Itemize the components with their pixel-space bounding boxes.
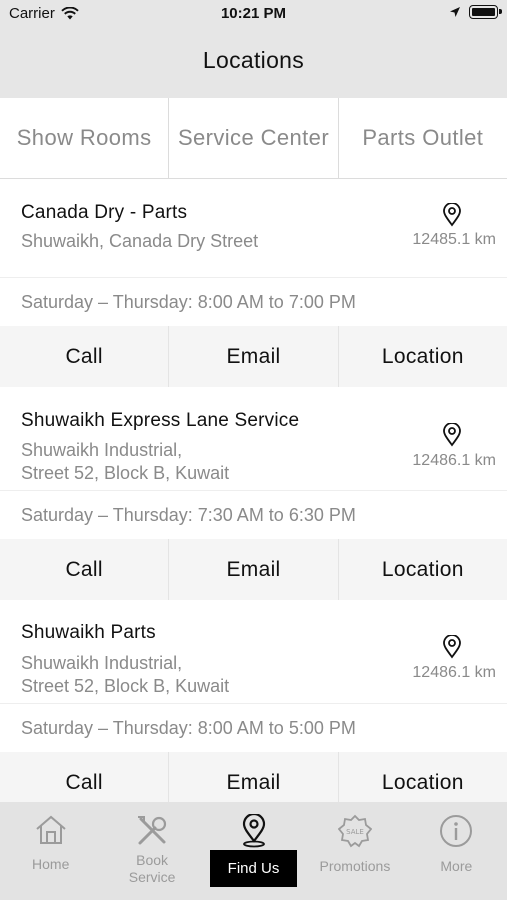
top-bar: Carrier 10:21 PM Locations [0, 0, 507, 98]
map-pin-icon [242, 814, 265, 848]
status-bar: Carrier 10:21 PM [0, 0, 507, 30]
call-button[interactable]: Call [0, 539, 170, 600]
tab-show-rooms[interactable]: Show Rooms [0, 98, 170, 178]
opening-hours: Saturday – Thursday: 7:30 AM to 6:30 PM [0, 491, 507, 539]
bottom-tab-bar: Home Book Service Find Us SALE Promotion… [0, 802, 507, 900]
location-button[interactable]: Location [339, 539, 507, 600]
home-icon [36, 815, 66, 844]
opening-hours: Saturday – Thursday: 8:00 AM to 7:00 PM [0, 278, 507, 326]
tabbar-book-service[interactable]: Book Service [101, 802, 202, 900]
location-address-line1: Shuwaikh Industrial, [21, 440, 183, 460]
tab-service-center[interactable]: Service Center [169, 98, 339, 178]
call-button[interactable]: Call [0, 326, 170, 387]
location-header[interactable]: Shuwaikh Express Lane Service Shuwaikh I… [0, 387, 507, 491]
location-arrow-icon [450, 7, 460, 17]
battery-icon [469, 5, 502, 19]
action-row: Call Email Location [0, 326, 507, 387]
location-distance: 12486.1 km [412, 452, 496, 469]
tools-icon [138, 816, 167, 845]
email-button[interactable]: Email [169, 539, 339, 600]
tabbar-book-line2: Service [128, 869, 176, 885]
map-pin-icon [443, 203, 461, 227]
hours-text: Saturday – Thursday: 8:00 AM to 5:00 PM [21, 718, 356, 738]
hours-text: Saturday – Thursday: 8:00 AM to 7:00 PM [21, 292, 356, 312]
location-header[interactable]: Canada Dry - Parts Shuwaikh, Canada Dry … [0, 180, 507, 278]
tabbar-home[interactable]: Home [0, 802, 101, 900]
location-address: Shuwaikh, Canada Dry Street [21, 231, 259, 251]
tabbar-more-label: More [440, 858, 473, 874]
location-name: Canada Dry - Parts [21, 202, 188, 223]
sale-badge-icon: SALE [337, 814, 372, 848]
hours-text: Saturday – Thursday: 7:30 AM to 6:30 PM [21, 505, 356, 525]
map-pin-icon [443, 423, 461, 447]
tabbar-home-label: Home [32, 856, 70, 872]
location-card: Shuwaikh Parts Shuwaikh Industrial, Stre… [0, 600, 507, 813]
tabbar-promotions-label: Promotions [319, 858, 391, 874]
opening-hours: Saturday – Thursday: 8:00 AM to 5:00 PM [0, 704, 507, 752]
location-address-line2: Street 52, Block B, Kuwait [21, 676, 230, 696]
status-right [449, 5, 502, 19]
location-header[interactable]: Shuwaikh Parts Shuwaikh Industrial, Stre… [0, 600, 507, 704]
tabbar-book-line1: Book [136, 852, 169, 868]
location-card: Shuwaikh Express Lane Service Shuwaikh I… [0, 387, 507, 600]
email-button[interactable]: Email [169, 326, 339, 387]
location-name: Shuwaikh Parts [21, 622, 156, 643]
map-pin-icon [443, 635, 461, 659]
clock: 10:21 PM [220, 5, 287, 22]
location-button[interactable]: Location [339, 326, 507, 387]
info-icon [440, 815, 473, 847]
page-title: Locations [202, 47, 305, 73]
tabbar-find-us[interactable]: Find Us [203, 802, 304, 900]
action-row: Call Email Location [0, 539, 507, 600]
tab-parts-outlet[interactable]: Parts Outlet [339, 98, 507, 178]
location-address-line1: Shuwaikh Industrial, [21, 653, 183, 673]
tabbar-find-us-label: Find Us [209, 850, 298, 887]
location-distance: 12486.1 km [412, 664, 496, 681]
location-name: Shuwaikh Express Lane Service [21, 410, 300, 431]
location-distance: 12485.1 km [412, 231, 496, 248]
tabbar-promotions[interactable]: SALE Promotions [304, 802, 405, 900]
tabbar-more[interactable]: More [406, 802, 507, 900]
category-tabs: Show Rooms Service Center Parts Outlet [0, 98, 507, 179]
sale-text: SALE [346, 828, 364, 836]
location-card: Canada Dry - Parts Shuwaikh, Canada Dry … [0, 180, 507, 387]
location-address-line2: Street 52, Block B, Kuwait [21, 463, 230, 483]
tabbar-book-label: Book Service [129, 852, 176, 886]
